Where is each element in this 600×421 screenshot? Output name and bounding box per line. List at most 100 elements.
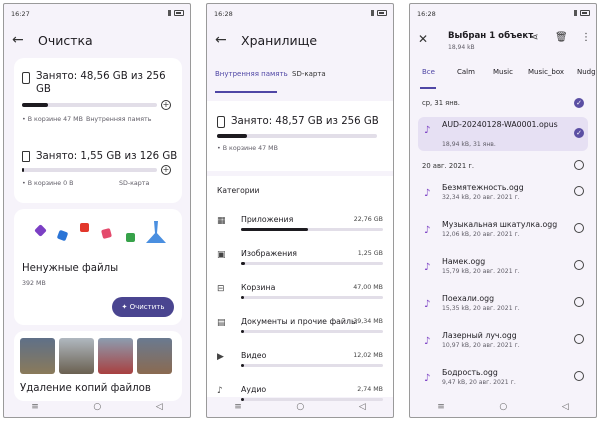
file-name: Намек.ogg [442,257,486,266]
category-name: Изображения [241,249,297,258]
file-checkbox[interactable] [574,334,584,344]
storage-usage-bar [217,134,377,138]
system-nav-bar: ≡ ○ ◁ [207,397,393,417]
storage-card[interactable]: Занято: 48,56 GB из 256 GB + • В корзине… [14,58,182,203]
back-arrow-icon[interactable]: ← [215,32,229,48]
junk-size: 392 MB [22,280,46,287]
file-checkbox[interactable]: ✓ [574,128,584,138]
back-icon[interactable]: ◁ [156,402,163,412]
tab-indicator [215,91,277,93]
sd-heading: Занято: 1,55 GB из 126 GB [36,151,178,162]
duplicates-card[interactable]: Удаление копий файлов [14,331,182,401]
file-checkbox[interactable] [574,223,584,233]
sd-label: SD-карта [119,180,150,187]
photo-thumbnail [20,338,55,374]
more-icon[interactable]: ⋮ [581,32,591,43]
file-checkbox[interactable] [574,260,584,270]
category-size: 39,34 MB [353,318,383,325]
status-time: 16:28 [417,10,436,18]
tab-sd-card[interactable]: SD-карта [292,70,326,78]
close-icon[interactable]: ✕ [418,32,428,46]
tab-nudge[interactable]: Nudg [577,68,596,76]
status-bar: 16:28 [417,10,590,20]
menu-icon[interactable]: ≡ [437,402,445,412]
screen-cleanup: 16:27 ← Очистка Занято: 48,56 GB из 256 … [3,3,191,418]
add-icon[interactable]: + [161,165,171,175]
screen-audio-select: 16:28 ✕ Выбран 1 объект 18,94 kB ⋖ 🗑 ⋮ В… [409,3,597,418]
delete-icon[interactable]: 🗑 [555,32,568,43]
file-name: Безмятежность.ogg [442,183,524,192]
category-name: Документы и прочие файлы [241,317,358,326]
select-group-checkbox[interactable] [574,160,584,170]
share-icon[interactable]: ⋖ [530,32,538,43]
list-item[interactable]: ♪ Поехали.ogg 15,35 kB, 20 авг. 2021 г. [418,291,588,321]
list-item[interactable]: ♪ Лазерный луч.ogg 10,97 kB, 20 авг. 2021 … [418,328,588,358]
category-name: Видео [241,351,267,360]
back-icon[interactable]: ◁ [562,402,569,412]
category-size: 2,74 MB [357,386,383,393]
list-item[interactable]: ♪ Намек.ogg 15,79 kB, 20 авг. 2021 г. [418,254,588,284]
clean-button[interactable]: ✦ Очистить [112,297,174,317]
signal-icon [371,10,374,16]
category-usage-bar [241,296,383,299]
sd-usage-bar [22,168,157,172]
select-all-checkbox[interactable]: ✓ [574,98,584,108]
photo-thumbnail [59,338,94,374]
tab-calm[interactable]: Calm [457,68,475,76]
tab-music-box[interactable]: Music_box [528,68,564,76]
file-checkbox[interactable] [574,297,584,307]
file-checkbox[interactable] [574,186,584,196]
list-item[interactable]: ♪ Бодрость.ogg 9,47 kB, 20 авг. 2021 г. [418,365,588,395]
menu-icon[interactable]: ≡ [234,402,242,412]
page-title: Очистка [38,32,93,48]
battery-icon [174,10,184,16]
menu-icon[interactable]: ≡ [31,402,39,412]
status-time: 16:27 [11,10,30,18]
section-date: 20 авг. 2021 г. [422,162,475,170]
signal-icon [574,10,577,16]
music-note-icon: ♪ [424,299,431,310]
category-name: Аудио [241,385,267,394]
music-note-icon: ♪ [424,262,431,273]
category-row[interactable]: ▤ Документы и прочие файлы 39,34 MB [217,316,383,346]
categories-panel: Категории ▦ Приложения 22,76 GB ▣ Изображени… [207,176,393,401]
internal-trash: • В корзине 47 MB [22,116,83,123]
music-note-icon: ♪ [424,225,431,236]
back-icon[interactable]: ◁ [359,402,366,412]
decor-icon [100,227,113,240]
phone-icon [217,116,225,128]
internal-label: Внутренняя память [86,116,152,123]
tab-music[interactable]: Music [493,68,513,76]
category-row[interactable]: ▣ Изображения 1,25 GB [217,248,383,278]
category-row[interactable]: ⊟ Корзина 47,00 MB [217,282,383,312]
document-icon: ▤ [217,318,226,328]
storage-summary: Занято: 48,57 GB из 256 GB • В корзине 4… [207,101,393,171]
list-item[interactable]: ♪ Безмятежность.ogg 32,34 kB, 20 авг. 2021… [418,180,588,210]
category-size: 12,02 MB [353,352,383,359]
video-icon: ▶ [217,352,224,362]
junk-files-card[interactable]: Ненужные файлы 392 MB ✦ Очистить [14,209,182,325]
list-item-selected[interactable]: ♪ AUD-20240128-WA0001.opus 18,94 kB, 31 … [418,117,588,151]
home-icon[interactable]: ○ [296,402,304,412]
decor-icon [80,223,89,232]
tab-all[interactable]: Все [422,68,435,76]
apps-icon: ▦ [217,216,226,226]
category-usage-bar [241,228,383,231]
duplicates-title: Удаление копий файлов [20,383,151,394]
file-meta: 10,97 kB, 20 авг. 2021 г. [442,342,520,349]
status-bar: 16:27 [11,10,184,20]
home-icon[interactable]: ○ [499,402,507,412]
back-arrow-icon[interactable]: ← [12,32,26,48]
add-icon[interactable]: + [161,100,171,110]
category-size: 47,00 MB [353,284,383,291]
storage-trash: • В корзине 47 MB [217,145,278,152]
home-icon[interactable]: ○ [93,402,101,412]
category-row[interactable]: ▦ Приложения 22,76 GB [217,214,383,244]
tab-indicator [420,87,436,89]
photo-thumbnail [137,338,172,374]
file-checkbox[interactable] [574,371,584,381]
tab-internal[interactable]: Внутренняя память [215,70,288,78]
category-row[interactable]: ▶ Видео 12,02 MB [217,350,383,380]
battery-icon [377,10,387,16]
list-item[interactable]: ♪ Музыкальная шкатулка.ogg 12,06 kB, 20 ав… [418,217,588,247]
